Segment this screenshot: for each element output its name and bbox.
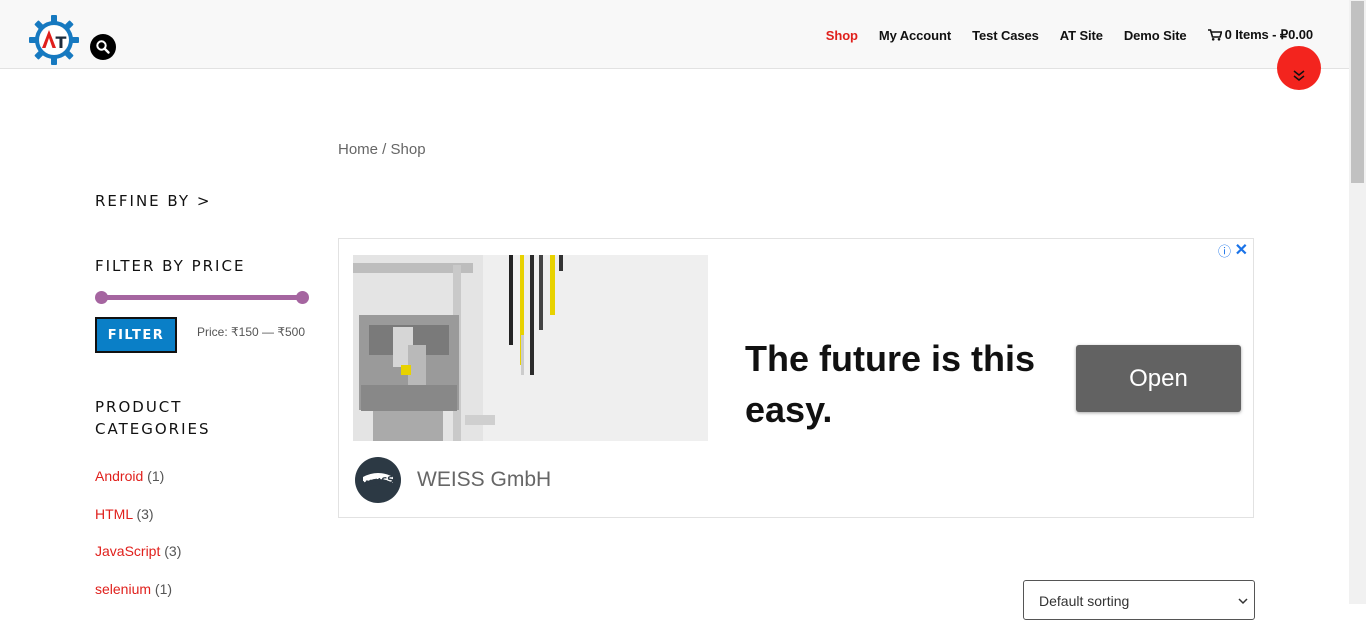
nav-demo-site[interactable]: Demo Site xyxy=(1124,28,1187,43)
ad-banner[interactable]: ⓘ ✕ The future is this easy. Open WEISS … xyxy=(338,238,1254,518)
product-categories-title: PRODUCT CATEGORIES xyxy=(95,396,211,440)
category-count: (1) xyxy=(154,580,173,597)
ad-headline[interactable]: The future is this easy. xyxy=(745,333,1055,435)
category-count: (1) xyxy=(147,468,165,484)
main-nav: Shop My Account Test Cases AT Site Demo … xyxy=(805,27,1313,43)
refine-by-title: REFINE BY > xyxy=(95,192,212,210)
price-slider-min-handle[interactable] xyxy=(95,291,108,304)
ad-close-icon[interactable]: ✕ xyxy=(1235,240,1248,260)
category-link-html[interactable]: HTML xyxy=(95,506,133,522)
breadcrumb: Home / Shop xyxy=(338,141,426,158)
scroll-down-button[interactable] xyxy=(1277,46,1321,90)
scrollbar-thumb[interactable] xyxy=(1351,1,1364,183)
category-item: HTML (3) xyxy=(95,506,181,544)
nav-shop[interactable]: Shop xyxy=(826,28,858,43)
category-link-javascript[interactable]: JavaScript xyxy=(95,543,160,559)
logo-letters: T xyxy=(56,33,67,52)
site-logo[interactable]: T xyxy=(28,14,80,66)
sorting-selected-value: Default sorting xyxy=(1039,593,1130,609)
ad-image[interactable] xyxy=(353,255,708,441)
search-icon xyxy=(96,40,110,54)
product-categories-title-line1: PRODUCT xyxy=(95,398,183,416)
ad-open-button[interactable]: Open xyxy=(1076,345,1241,412)
category-link-android[interactable]: Android xyxy=(95,468,143,484)
ad-info-icon[interactable]: ⓘ xyxy=(1218,241,1231,260)
double-chevron-down-icon xyxy=(1293,70,1305,81)
nav-at-site[interactable]: AT Site xyxy=(1060,28,1103,43)
category-list: Android (1) HTML (3) JavaScript (3) sele… xyxy=(95,468,181,618)
nav-my-account[interactable]: My Account xyxy=(879,28,951,43)
price-slider-track xyxy=(101,295,305,300)
category-item: selenium (1) xyxy=(95,581,181,619)
site-header: T Shop My Account Test Cases AT Site Dem… xyxy=(0,0,1349,69)
product-categories-title-line2: CATEGORIES xyxy=(95,420,211,438)
category-count: (3) xyxy=(136,505,154,522)
price-range-label: Price: ₹150 — ₹500 xyxy=(197,325,305,339)
ad-advertiser-name[interactable]: WEISS GmbH xyxy=(417,468,551,492)
price-slider-max-handle[interactable] xyxy=(296,291,309,304)
filter-by-price-title: FILTER BY PRICE xyxy=(95,257,246,275)
price-slider[interactable] xyxy=(95,291,311,305)
cart-icon xyxy=(1207,29,1222,41)
search-button[interactable] xyxy=(90,34,116,60)
nav-test-cases[interactable]: Test Cases xyxy=(972,28,1039,43)
category-item: Android (1) xyxy=(95,468,181,506)
filter-button[interactable]: FILTER xyxy=(95,317,177,353)
cart-label: 0 Items - ₽0.00 xyxy=(1224,27,1314,42)
category-count: (3) xyxy=(164,543,182,559)
advertiser-logo[interactable]: WEISS xyxy=(355,457,401,503)
category-item: JavaScript (3) xyxy=(95,543,181,581)
scrollbar[interactable] xyxy=(1349,0,1366,604)
category-link-selenium[interactable]: selenium xyxy=(95,581,151,597)
nav-cart[interactable]: 0 Items - ₽0.00 xyxy=(1207,27,1314,43)
sorting-select[interactable]: Default sorting xyxy=(1023,580,1255,620)
